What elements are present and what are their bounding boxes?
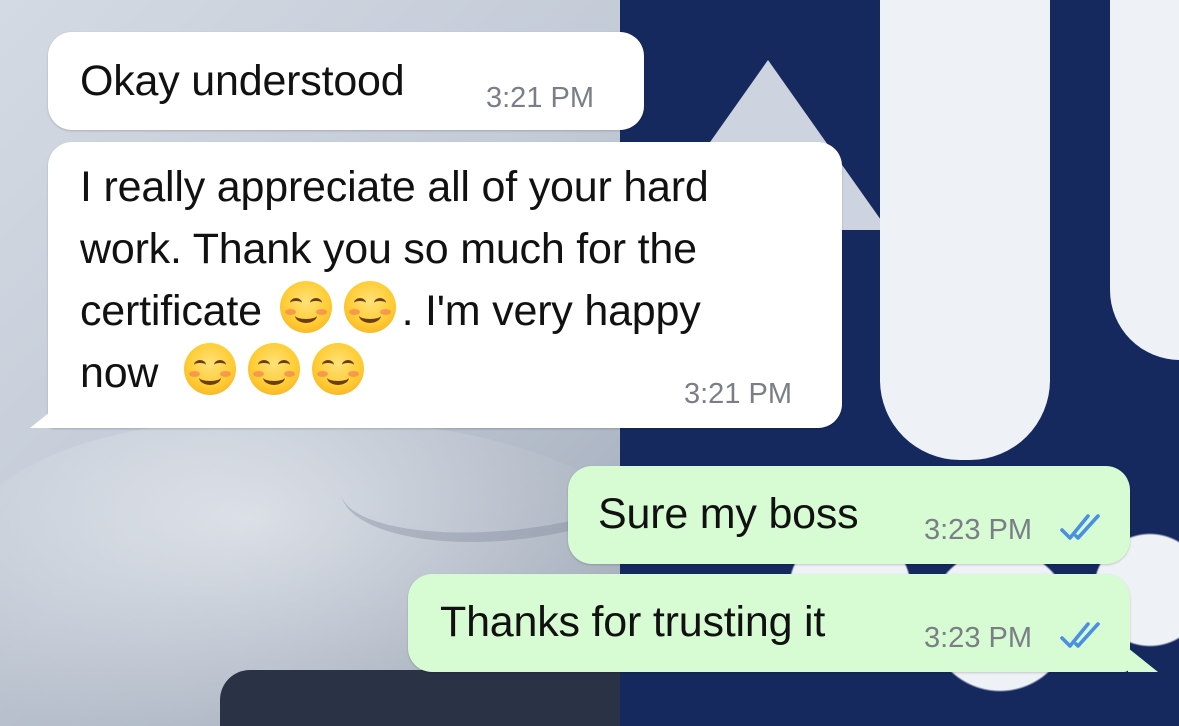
outgoing-message[interactable]: Thanks for trusting it 3:23 PM	[408, 574, 1130, 672]
incoming-message[interactable]: Okay understood 3:21 PM	[48, 32, 644, 130]
message-line: I really appreciate all of your hard	[80, 163, 709, 211]
smiling-face-icon	[312, 343, 365, 395]
read-receipt-double-check-icon	[1060, 622, 1100, 648]
message-text-fragment: now	[80, 349, 159, 397]
message-text-fragment: . I'm very happy	[401, 287, 701, 335]
smiling-face-with-smiling-eyes-icon	[279, 281, 332, 333]
message-timestamp: 3:21 PM	[486, 82, 594, 114]
message-timestamp: 3:23 PM	[924, 514, 1032, 546]
incoming-message[interactable]: I really appreciate all of your hard wor…	[48, 142, 842, 428]
wallpaper-shape	[1110, 0, 1179, 360]
message-line: work. Thank you so much for the	[80, 225, 697, 273]
outgoing-message[interactable]: Sure my boss 3:23 PM	[568, 466, 1130, 564]
message-timestamp: 3:21 PM	[684, 378, 792, 410]
message-text: Sure my boss	[598, 490, 859, 538]
bubble-tail	[1128, 648, 1158, 672]
wallpaper-shape	[880, 0, 1050, 460]
message-text: Okay understood	[80, 57, 405, 105]
bubble-tail	[30, 404, 60, 428]
smiling-face-with-smiling-eyes-icon	[248, 343, 301, 395]
smiling-face-with-smiling-eyes-icon	[184, 343, 237, 395]
message-text-fragment: certificate	[80, 287, 262, 335]
read-receipt-double-check-icon	[1060, 514, 1100, 540]
message-timestamp: 3:23 PM	[924, 622, 1032, 654]
message-text: Thanks for trusting it	[440, 598, 826, 646]
message-line: certificate . I'm very happy	[80, 280, 840, 342]
message-text: I really appreciate all of your hard wor…	[80, 156, 840, 404]
smiling-face-with-smiling-eyes-icon	[343, 281, 396, 333]
